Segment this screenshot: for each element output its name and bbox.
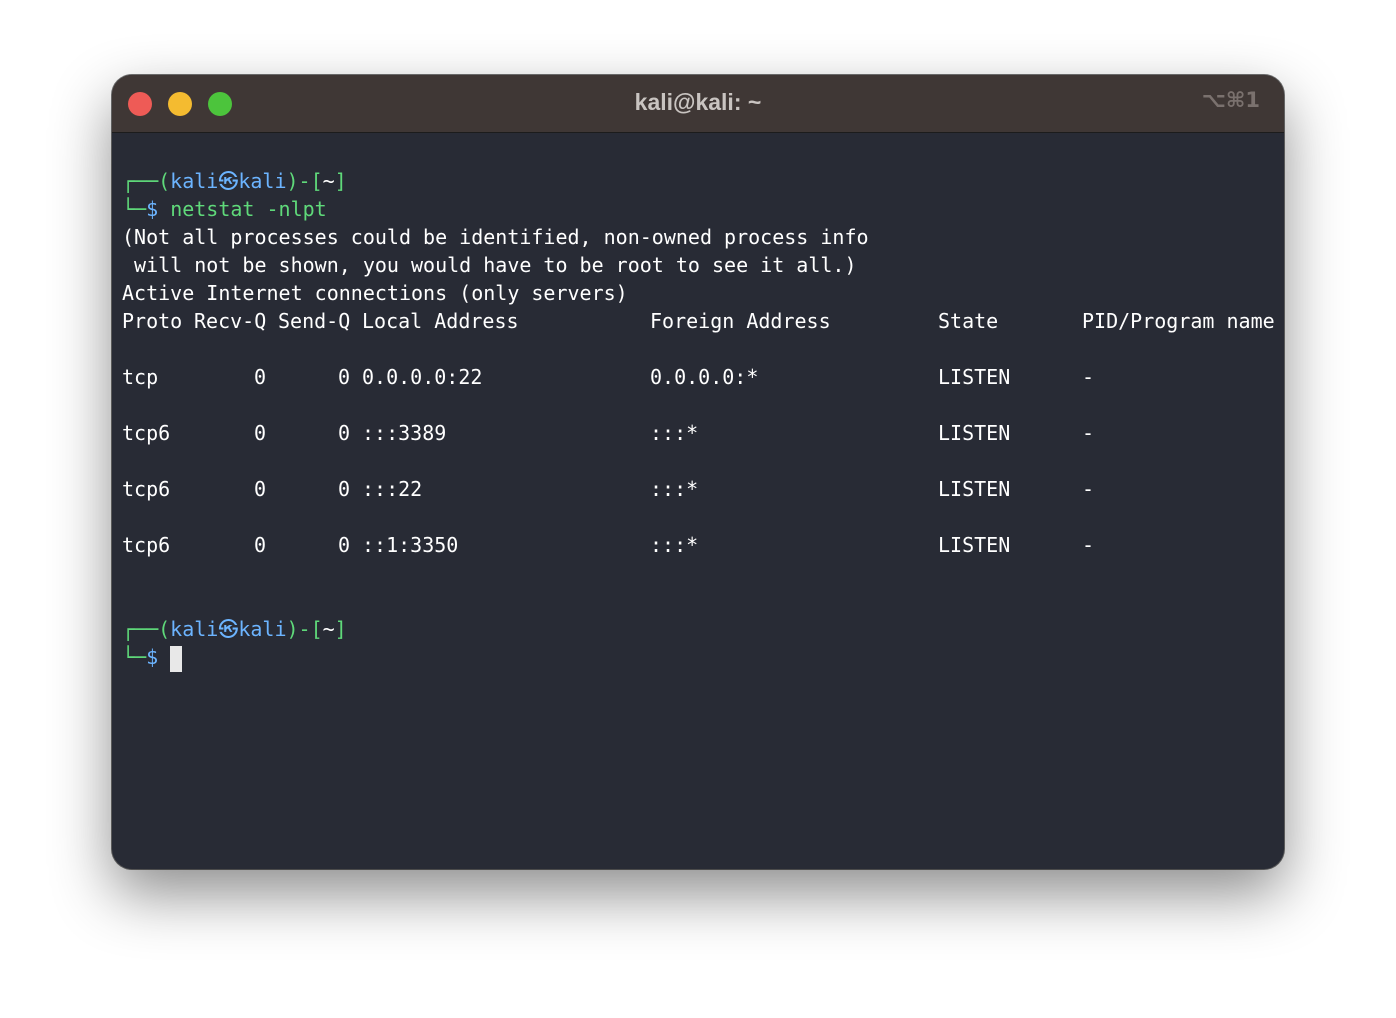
cell-local-address: :::3389: [362, 421, 447, 445]
prompt-bracket: ]: [334, 617, 347, 641]
cell-pid: -: [1082, 421, 1095, 445]
table-row: tcp 0 0 0.0.0.0:22 0.0.0.0:* LISTEN -: [122, 363, 1094, 391]
cell-local-address: 0.0.0.0:22: [362, 365, 483, 389]
cell-local-address: :::22: [362, 477, 423, 501]
prompt-paren: (: [158, 169, 171, 193]
column-state: State: [938, 309, 999, 333]
column-recvq: Recv-Q: [194, 309, 267, 333]
text-cursor: [170, 645, 183, 672]
prompt-corner: ┌──: [122, 169, 159, 193]
input-line[interactable]: └─$: [122, 643, 869, 672]
table-row: tcp6 0 0 :::3389 :::* LISTEN -: [122, 419, 1094, 447]
terminal-window: kali@kali: ~ ⌥⌘1 ┌──(kali㉿kali)-[~] └─$ …: [112, 75, 1284, 869]
cell-proto: tcp6: [122, 477, 171, 501]
cell-proto: tcp6: [122, 421, 171, 445]
cell-recvq: 0: [254, 477, 267, 501]
cell-proto: tcp: [122, 365, 159, 389]
cell-sendq: 0: [338, 533, 351, 557]
cell-sendq: 0: [338, 365, 351, 389]
cell-foreign-address: :::*: [650, 421, 699, 445]
cell-pid: -: [1082, 365, 1095, 389]
cell-state: LISTEN: [938, 365, 1011, 389]
connections-heading: Active Internet connections (only server…: [122, 281, 628, 305]
cell-proto: tcp6: [122, 533, 171, 557]
prompt-corner-bottom: └─: [122, 197, 147, 221]
table-header: Proto Recv-Q Send-Q Local Address Foreig…: [122, 307, 1275, 335]
cell-local-address: ::1:3350: [362, 533, 459, 557]
cell-sendq: 0: [338, 421, 351, 445]
cell-state: LISTEN: [938, 533, 1011, 557]
prompt-paren: (: [158, 617, 171, 641]
column-foreign-address: Foreign Address: [650, 309, 831, 333]
cell-pid: -: [1082, 477, 1095, 501]
column-pid-program: PID/Program name: [1082, 309, 1275, 333]
prompt-corner-bottom: └─: [122, 645, 147, 669]
cell-recvq: 0: [254, 421, 267, 445]
cell-recvq: 0: [254, 533, 267, 557]
warning-line-1: (Not all processes could be identified, …: [122, 225, 869, 249]
window-title: kali@kali: ~: [634, 89, 762, 115]
prompt-user-host: kali㉿kali: [170, 169, 287, 193]
column-sendq: Send-Q: [278, 309, 351, 333]
prompt-paren-bracket: )-[: [286, 617, 323, 641]
prompt-line-1: ┌──(kali㉿kali)-[~]: [122, 167, 869, 195]
prompt-line-2: ┌──(kali㉿kali)-[~]: [122, 615, 869, 643]
cell-recvq: 0: [254, 365, 267, 389]
column-local-address: Local Address: [362, 309, 519, 333]
cell-foreign-address: :::*: [650, 533, 699, 557]
table-row: tcp6 0 0 ::1:3350 :::* LISTEN -: [122, 531, 1094, 559]
command-line: └─$ netstat -nlpt: [122, 195, 869, 223]
cell-state: LISTEN: [938, 477, 1011, 501]
cell-foreign-address: 0.0.0.0:*: [650, 365, 759, 389]
prompt-symbol: $: [146, 197, 159, 221]
command-text: netstat -nlpt: [170, 197, 327, 221]
prompt-bracket: ]: [334, 169, 347, 193]
terminal-content[interactable]: ┌──(kali㉿kali)-[~] └─$ netstat -nlpt (No…: [122, 167, 1275, 672]
prompt-symbol: $: [146, 645, 159, 669]
prompt-user-host: kali㉿kali: [170, 617, 287, 641]
window-shortcut: ⌥⌘1: [1201, 88, 1260, 112]
table-row: tcp6 0 0 :::22 :::* LISTEN -: [122, 475, 1094, 503]
prompt-corner: ┌──: [122, 617, 159, 641]
cell-state: LISTEN: [938, 421, 1011, 445]
prompt-cwd: ~: [322, 617, 335, 641]
cell-foreign-address: :::*: [650, 477, 699, 501]
cell-sendq: 0: [338, 477, 351, 501]
prompt-cwd: ~: [322, 169, 335, 193]
column-proto: Proto: [122, 309, 183, 333]
warning-line-2: will not be shown, you would have to be …: [122, 253, 857, 277]
title-bar[interactable]: kali@kali: ~ ⌥⌘1: [112, 75, 1284, 133]
cell-pid: -: [1082, 533, 1095, 557]
prompt-paren-bracket: )-[: [286, 169, 323, 193]
